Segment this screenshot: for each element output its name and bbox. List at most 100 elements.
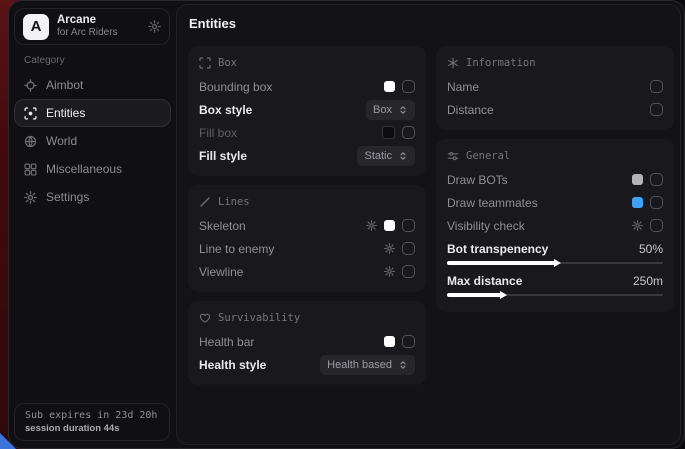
sliders-icon: [447, 150, 459, 162]
chevron-up-down-icon: [398, 151, 408, 161]
information-panel-header: Information: [447, 57, 663, 69]
asterisk-icon: [447, 57, 459, 69]
sidebar: A Arcane for Arc Riders Category: [9, 1, 176, 448]
setting-label: Health bar: [199, 335, 254, 349]
setting-label: Fill box: [199, 126, 237, 140]
column-left: Box Bounding box Box style Box: [188, 46, 426, 385]
setting-row-health-bar: Health bar: [199, 330, 415, 353]
dropdown-value: Health based: [327, 359, 392, 371]
setting-label: Viewline: [199, 265, 243, 279]
entities-icon: [24, 107, 37, 120]
color-swatch[interactable]: [384, 81, 395, 92]
checkbox[interactable]: [402, 242, 415, 255]
sidebar-item-aimbot[interactable]: Aimbot: [14, 71, 171, 99]
max-distance-setting: Max distance 250m: [447, 271, 663, 299]
setting-label: Skeleton: [199, 219, 246, 233]
setting-row-fill-style: Fill style Static: [199, 144, 415, 167]
setting-row-visibility-check: Visibility check: [447, 214, 663, 237]
checkbox[interactable]: [650, 173, 663, 186]
lines-panel-header: Lines: [199, 196, 415, 208]
sidebar-item-settings[interactable]: Settings: [14, 183, 171, 211]
fill-style-dropdown[interactable]: Static: [357, 146, 415, 166]
sidebar-item-label: World: [46, 134, 77, 148]
gear-icon[interactable]: [384, 243, 395, 254]
slider-fill: [447, 261, 555, 265]
dropdown-value: Static: [364, 150, 392, 162]
sidebar-nav: Aimbot Entities World: [14, 71, 171, 211]
setting-label: Draw BOTs: [447, 173, 508, 187]
setting-label: Visibility check: [447, 219, 525, 233]
sidebar-item-label: Miscellaneous: [46, 162, 122, 176]
color-swatch[interactable]: [384, 336, 395, 347]
grid-icon: [24, 163, 37, 176]
brand-text: Arcane for Arc Riders: [57, 13, 118, 40]
setting-label: Draw teammates: [447, 196, 538, 210]
color-swatch[interactable]: [382, 126, 395, 139]
checkbox[interactable]: [402, 335, 415, 348]
general-panel-header: General: [447, 150, 663, 162]
heart-icon: [199, 312, 211, 324]
max-distance-slider[interactable]: [447, 291, 663, 299]
brand-title: Arcane: [57, 13, 118, 27]
sidebar-item-world[interactable]: World: [14, 127, 171, 155]
checkbox[interactable]: [650, 196, 663, 209]
setting-row-viewline: Viewline: [199, 260, 415, 283]
slider-value: 50%: [639, 242, 663, 256]
globe-icon: [24, 135, 37, 148]
session-duration: session duration 44s: [25, 423, 159, 434]
subscription-expiry: Sub expires in 23d 20h: [25, 410, 159, 421]
setting-row-distance: Distance: [447, 98, 663, 121]
setting-row-health-style: Health style Health based: [199, 353, 415, 376]
box-brackets-icon: [199, 57, 211, 69]
checkbox[interactable]: [402, 265, 415, 278]
setting-label: Line to enemy: [199, 242, 274, 256]
gear-icon[interactable]: [632, 220, 643, 231]
sidebar-item-label: Aimbot: [46, 78, 83, 92]
brand-logo: A: [23, 14, 49, 40]
setting-label: Name: [447, 80, 479, 94]
bot-transparency-slider[interactable]: [447, 259, 663, 267]
gear-icon[interactable]: [366, 220, 377, 231]
box-style-dropdown[interactable]: Box: [366, 100, 415, 120]
diagonal-line-icon: [199, 196, 211, 208]
survivability-panel-header: Survivability: [199, 312, 415, 324]
color-swatch[interactable]: [632, 174, 643, 185]
box-panel: Box Bounding box Box style Box: [188, 46, 426, 176]
color-swatch[interactable]: [384, 220, 395, 231]
main-header: Entities: [177, 5, 680, 42]
box-panel-header: Box: [199, 57, 415, 69]
gear-icon: [24, 191, 37, 204]
sidebar-item-label: Entities: [46, 106, 85, 120]
sidebar-item-miscellaneous[interactable]: Miscellaneous: [14, 155, 171, 183]
setting-label: Bounding box: [199, 80, 272, 94]
panel-title: General: [466, 150, 510, 162]
subscription-card: Sub expires in 23d 20h session duration …: [14, 403, 170, 441]
main-panel: Entities Box Bounding box: [176, 4, 681, 445]
checkbox[interactable]: [650, 219, 663, 232]
setting-label: Distance: [447, 103, 494, 117]
checkbox[interactable]: [402, 126, 415, 139]
panel-title: Box: [218, 57, 237, 69]
health-style-dropdown[interactable]: Health based: [320, 355, 415, 375]
checkbox[interactable]: [650, 103, 663, 116]
gear-icon[interactable]: [148, 20, 161, 33]
color-swatch[interactable]: [632, 197, 643, 208]
setting-row-fill-box: Fill box: [199, 121, 415, 144]
app-window: A Arcane for Arc Riders Category: [8, 0, 685, 449]
gear-icon[interactable]: [384, 266, 395, 277]
setting-row-skeleton: Skeleton: [199, 214, 415, 237]
checkbox[interactable]: [402, 219, 415, 232]
setting-label: Health style: [199, 358, 266, 372]
checkbox[interactable]: [402, 80, 415, 93]
panels-grid: Box Bounding box Box style Box: [177, 42, 680, 389]
checkbox[interactable]: [650, 80, 663, 93]
information-panel: Information Name Distance: [436, 46, 674, 130]
setting-label: Fill style: [199, 149, 247, 163]
survivability-panel: Survivability Health bar Health style He…: [188, 301, 426, 385]
setting-row-line-to-enemy: Line to enemy: [199, 237, 415, 260]
column-right: Information Name Distance: [436, 46, 674, 385]
chevron-up-down-icon: [398, 360, 408, 370]
sidebar-item-entities[interactable]: Entities: [14, 99, 171, 127]
brand-card: A Arcane for Arc Riders: [14, 8, 170, 45]
chevron-up-down-icon: [398, 105, 408, 115]
